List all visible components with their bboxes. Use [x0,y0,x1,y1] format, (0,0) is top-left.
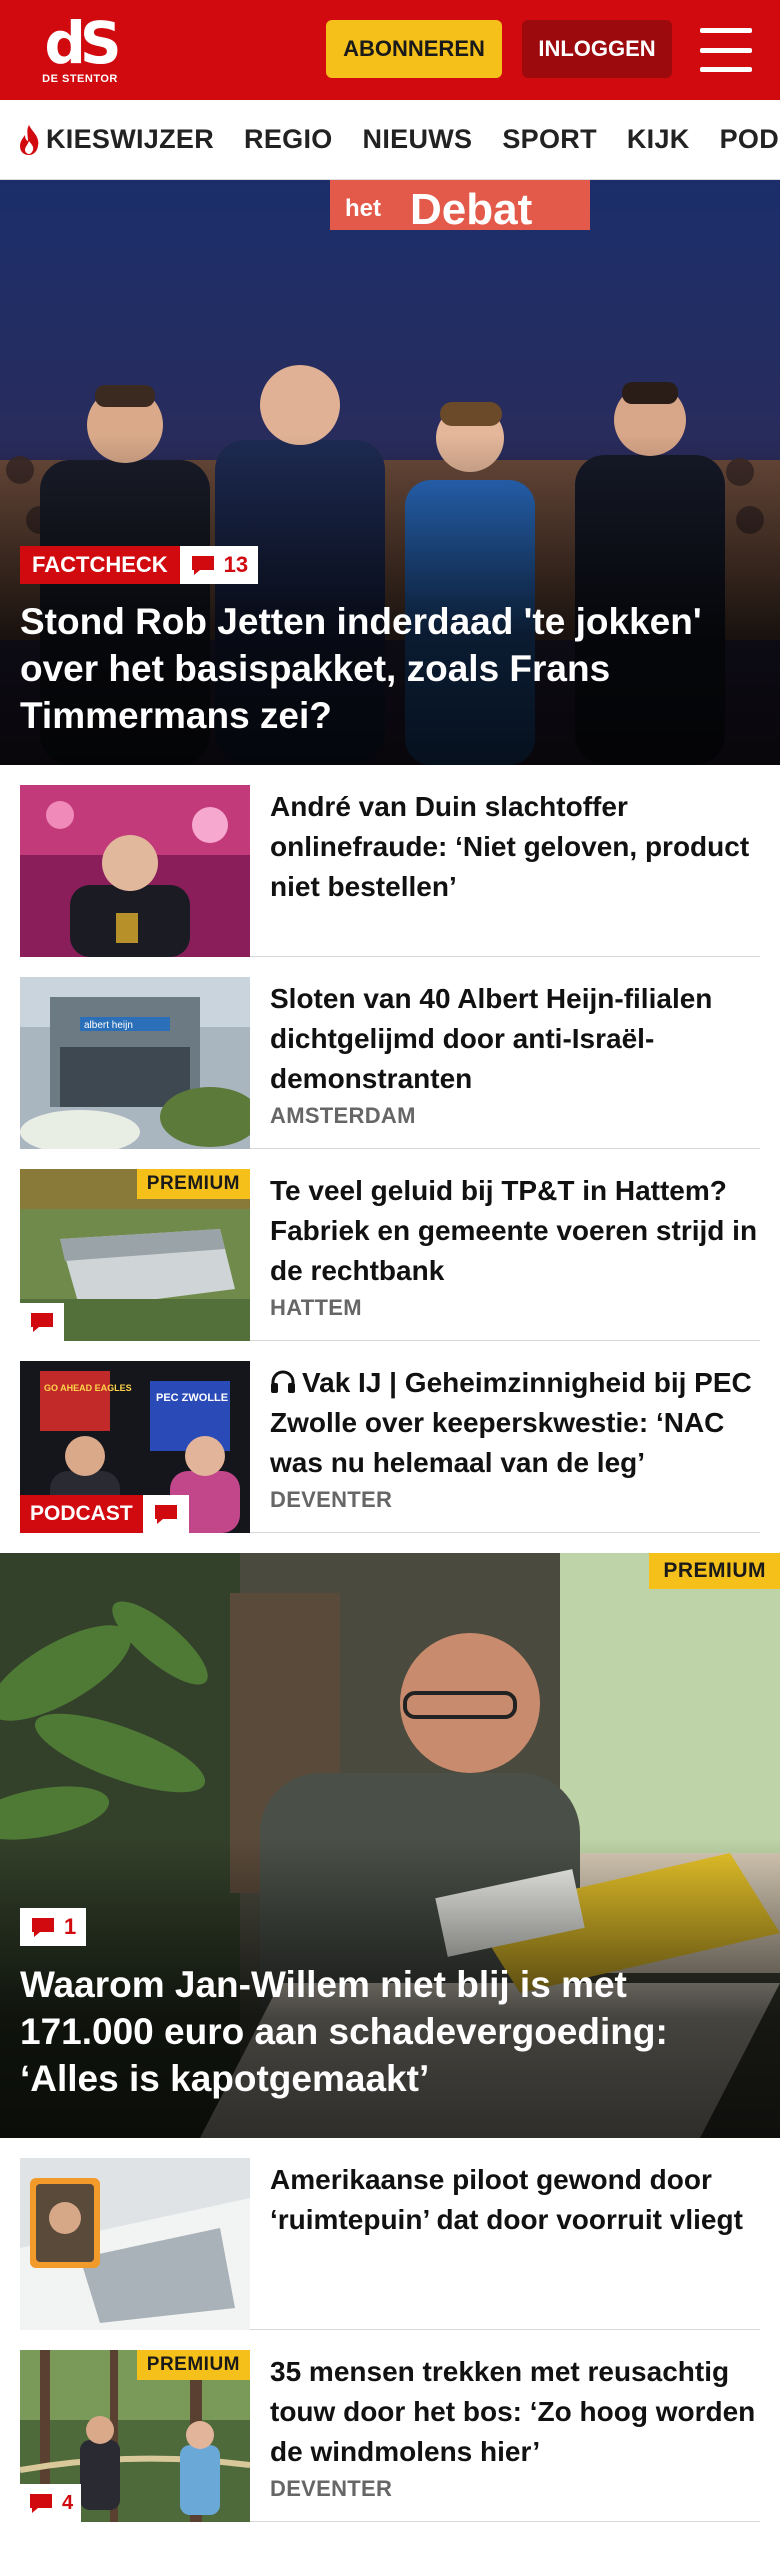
article-headline[interactable]: André van Duin slachtoffer onlinefraude:… [270,787,760,907]
hero-headline[interactable]: Stond Rob Jetten inderdaad 'te jokken' o… [20,598,756,739]
list-item[interactable]: albert heijn Sloten van 40 Albert Heijn-… [20,957,760,1149]
article-headline[interactable]: Sloten van 40 Albert Heijn-filialen dich… [270,979,760,1099]
list-item[interactable]: André van Duin slachtoffer onlinefraude:… [20,765,760,957]
comment-count-badge[interactable]: 4 [20,2484,82,2522]
comment-count: 13 [223,552,249,577]
article-headline[interactable]: 35 mensen trekken met reusachtig touw do… [270,2352,760,2472]
podcast-label: PODCAST [20,1495,143,1533]
comment-icon [30,2494,52,2513]
article-thumbnail: PREMIUM [20,1169,250,1341]
article-headline[interactable]: Amerikaanse piloot gewond door ‘ruimtepu… [270,2160,760,2240]
comment-count: 1 [64,1914,77,1939]
nav-item-sport[interactable]: SPORT [502,124,597,155]
svg-text:PEC ZWOLLE: PEC ZWOLLE [156,1392,228,1404]
nav-item-podcasts[interactable]: PODCASTS [720,124,780,155]
logo-mark: dS [44,9,121,77]
feature-article[interactable]: PREMIUM 1 Waarom Jan-Willem niet blij is… [0,1553,780,2138]
comment-icon [154,1505,177,1524]
svg-text:GO AHEAD EAGLES: GO AHEAD EAGLES [44,1383,132,1393]
article-location: AMSTERDAM [270,1103,416,1128]
premium-badge: PREMIUM [649,1553,780,1589]
list-item[interactable]: PREMIUM 4 35 mensen trekken met reusacht… [20,2330,760,2522]
comment-count-badge[interactable]: 1 [20,1908,87,1946]
article-thumbnail: PREMIUM 4 [20,2350,250,2522]
main-nav: KIESWIJZER REGIO NIEUWS SPORT KIJK PODCA… [0,100,780,180]
article-thumbnail [20,785,250,957]
article-thumbnail: albert heijn [20,977,250,1149]
article-location: HATTEM [270,1295,362,1320]
category-badge[interactable]: FACTCHECK [20,546,180,584]
article-headline-text: Vak IJ | Geheimzinnigheid bij PEC Zwolle… [270,1367,752,1478]
svg-text:Debat: Debat [410,185,533,234]
menu-icon[interactable] [700,28,752,72]
headphones-icon [271,1370,295,1393]
article-location: DEVENTER [270,2476,393,2501]
article-thumbnail: GO AHEAD EAGLES PEC ZWOLLE PODCAST [20,1361,250,1533]
subscribe-button[interactable]: ABONNEREN [326,20,502,78]
comment-count: 4 [62,2491,74,2514]
site-logo[interactable]: dS DE STENTOR [20,10,140,90]
svg-text:albert heijn: albert heijn [84,1020,133,1031]
premium-badge: PREMIUM [136,2350,250,2380]
nav-item-kieswijzer[interactable]: KIESWIJZER [16,124,214,156]
comment-count-badge[interactable] [142,1495,189,1533]
nav-item-nieuws[interactable]: NIEUWS [363,124,473,155]
list-item[interactable]: Amerikaanse piloot gewond door ‘ruimtepu… [20,2138,760,2330]
article-list-secondary: Amerikaanse piloot gewond door ‘ruimtepu… [0,2138,780,2522]
article-thumbnail [20,2158,250,2330]
comment-icon [32,1918,54,1937]
article-list: André van Duin slachtoffer onlinefraude:… [0,765,780,1533]
hero-tags: FACTCHECK 13 [20,546,259,584]
svg-text:het: het [345,195,381,222]
hero-article[interactable]: het Debat FACTCHECK 13 Stond Rob Jetten … [0,180,780,765]
flame-icon [20,124,39,155]
article-location: DEVENTER [270,1487,393,1512]
nav-item-regio[interactable]: REGIO [244,124,333,155]
podcast-badge: PODCAST [20,1495,189,1533]
article-headline[interactable]: Vak IJ | Geheimzinnigheid bij PEC Zwolle… [270,1363,760,1483]
nav-item-kijk[interactable]: KIJK [627,124,690,155]
comment-icon [31,1313,53,1332]
nav-label: KIESWIJZER [46,124,215,154]
comment-count-badge[interactable] [20,1303,64,1341]
comment-icon [191,556,214,575]
feature-headline[interactable]: Waarom Jan-Willem niet blij is met 171.0… [20,1961,756,2102]
article-headline[interactable]: Te veel geluid bij TP&T in Hattem? Fabri… [270,1171,760,1291]
premium-badge: PREMIUM [136,1169,250,1199]
comment-count-badge[interactable]: 13 [179,546,259,584]
list-item[interactable]: GO AHEAD EAGLES PEC ZWOLLE PODCAST Vak I… [20,1341,760,1533]
list-item[interactable]: PREMIUM Te veel geluid bij TP&T in Hatte… [20,1149,760,1341]
logo-subtitle: DE STENTOR [42,73,118,85]
site-header: dS DE STENTOR ABONNEREN INLOGGEN [0,0,780,100]
login-button[interactable]: INLOGGEN [522,20,672,78]
